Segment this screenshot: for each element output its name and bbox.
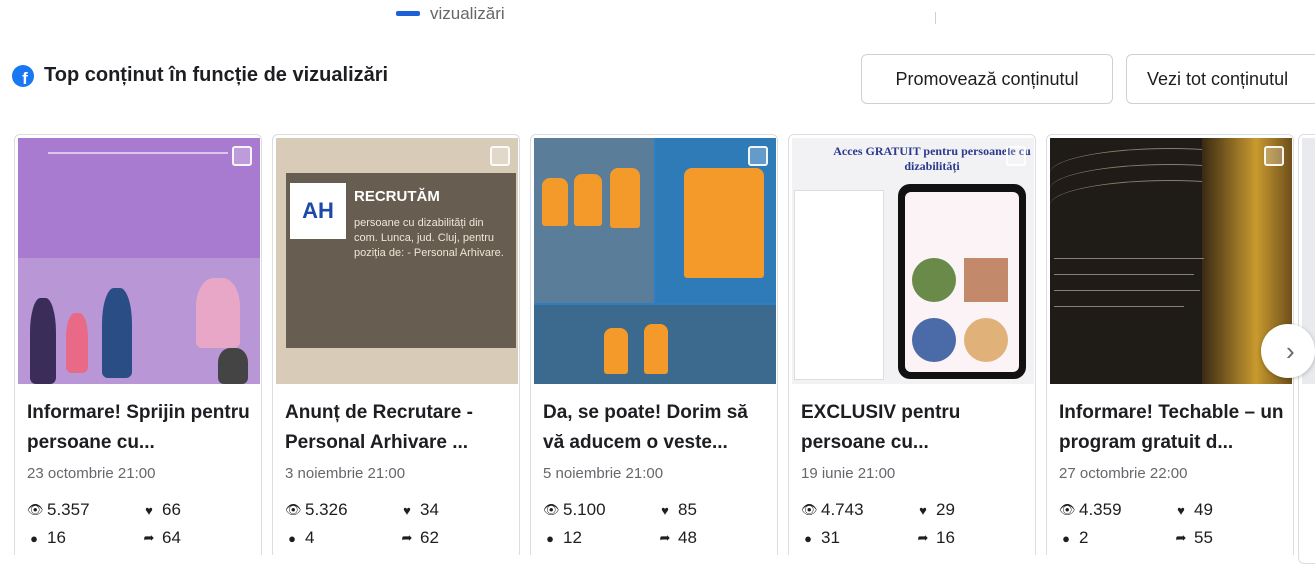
post-date: 3 noiembrie 21:00 [285, 465, 406, 482]
post-date: 23 octombrie 21:00 [27, 465, 156, 482]
share-icon: ➦ [401, 530, 413, 545]
post-thumbnail[interactable]: AH RECRUTĂM persoane cu dizabilități din… [276, 138, 518, 384]
shares-stat: ➦ 16 [917, 528, 955, 547]
thumbnail-text: persoane cu dizabilități din com. Lunca,… [354, 217, 504, 259]
shares-stat: ➦ 55 [1175, 528, 1213, 547]
thumbnail-heading: RECRUTĂM [354, 188, 440, 205]
heart-icon: ♥ [145, 502, 153, 518]
post-title[interactable]: EXCLUSIV pentru persoane cu... [801, 398, 1029, 458]
views-stat: 👁 5.357 [27, 500, 90, 519]
post-thumbnail[interactable] [534, 138, 776, 384]
divider [935, 12, 936, 24]
multi-image-icon [1264, 146, 1284, 166]
comment-icon: ● [288, 530, 296, 546]
multi-image-icon [490, 146, 510, 166]
post-date: 27 octombrie 22:00 [1059, 465, 1188, 482]
shares-stat: ➦ 64 [143, 528, 181, 547]
heart-icon: ♥ [919, 502, 927, 518]
post-title[interactable]: Informare! Sprijin pentru persoane cu... [27, 398, 255, 458]
eye-icon: 👁 [1059, 502, 1076, 517]
views-stat: 👁 5.100 [543, 500, 606, 519]
share-icon: ➦ [659, 530, 671, 545]
comment-icon: ● [30, 530, 38, 546]
views-stat: 👁 4.359 [1059, 500, 1122, 519]
content-card[interactable]: AH RECRUTĂM persoane cu dizabilități din… [272, 134, 520, 555]
post-thumbnail[interactable]: Acces GRATUIT pentru persoanele cu dizab… [792, 138, 1034, 384]
chart-legend: vizualizări [396, 6, 505, 30]
reactions-stat: ♥ 49 [1174, 500, 1213, 520]
comments-stat: ● 16 [27, 528, 66, 548]
comment-icon: ● [804, 530, 812, 546]
post-date: 5 noiembrie 21:00 [543, 465, 664, 482]
shares-stat: ➦ 48 [659, 528, 697, 547]
promote-content-button[interactable]: Promovează conținutul [861, 54, 1113, 104]
view-all-content-button[interactable]: Vezi tot conținutul [1126, 54, 1315, 104]
abilityhub-logo: AH [290, 183, 346, 239]
reactions-stat: ♥ 29 [916, 500, 955, 520]
carousel-next-button[interactable]: › [1261, 324, 1315, 378]
heart-icon: ♥ [1177, 502, 1185, 518]
post-thumbnail[interactable] [18, 138, 260, 384]
section-title: Top conținut în funcție de vizualizări [44, 64, 389, 86]
post-title[interactable]: Da, se poate! Dorim să vă aducem o veste… [543, 398, 771, 458]
comments-stat: ● 4 [285, 528, 314, 548]
reactions-stat: ♥ 34 [400, 500, 439, 520]
reactions-stat: ♥ 66 [142, 500, 181, 520]
comments-stat: ● 2 [1059, 528, 1088, 548]
eye-icon: 👁 [27, 502, 44, 517]
content-card[interactable]: Informare! Sprijin pentru persoane cu...… [14, 134, 262, 555]
comments-stat: ● 12 [543, 528, 582, 548]
legend-label: vizualizări [430, 6, 505, 23]
post-title[interactable]: Anunț de Recrutare - Personal Arhivare .… [285, 398, 513, 458]
comment-icon: ● [1062, 530, 1070, 546]
multi-image-icon [1006, 146, 1026, 166]
post-title[interactable]: Informare! Techable – un program gratuit… [1059, 398, 1287, 458]
views-stat: 👁 4.743 [801, 500, 864, 519]
eye-icon: 👁 [285, 502, 302, 517]
facebook-icon: f [12, 64, 34, 87]
section-header: f Top conținut în funcție de vizualizări [12, 64, 388, 87]
content-carousel: Informare! Sprijin pentru persoane cu...… [14, 134, 1315, 555]
heart-icon: ♥ [403, 502, 411, 518]
content-card[interactable]: Informare! Techable – un program gratuit… [1046, 134, 1294, 555]
share-icon: ➦ [143, 530, 155, 545]
legend-swatch [396, 10, 420, 16]
share-icon: ➦ [1175, 530, 1187, 545]
views-stat: 👁 5.326 [285, 500, 348, 519]
eye-icon: 👁 [801, 502, 818, 517]
multi-image-icon [748, 146, 768, 166]
comments-stat: ● 31 [801, 528, 840, 548]
heart-icon: ♥ [661, 502, 669, 518]
multi-image-icon [232, 146, 252, 166]
content-card[interactable]: Acces GRATUIT pentru persoanele cu dizab… [788, 134, 1036, 555]
content-card[interactable]: Da, se poate! Dorim să vă aducem o veste… [530, 134, 778, 555]
comment-icon: ● [546, 530, 554, 546]
reactions-stat: ♥ 85 [658, 500, 697, 520]
post-date: 19 iunie 21:00 [801, 465, 896, 482]
share-icon: ➦ [917, 530, 929, 545]
shares-stat: ➦ 62 [401, 528, 439, 547]
chevron-right-icon: › [1286, 335, 1295, 366]
post-thumbnail[interactable] [1050, 138, 1292, 384]
eye-icon: 👁 [543, 502, 560, 517]
thumbnail-heading: Acces GRATUIT pentru persoanele cu dizab… [833, 144, 1031, 173]
